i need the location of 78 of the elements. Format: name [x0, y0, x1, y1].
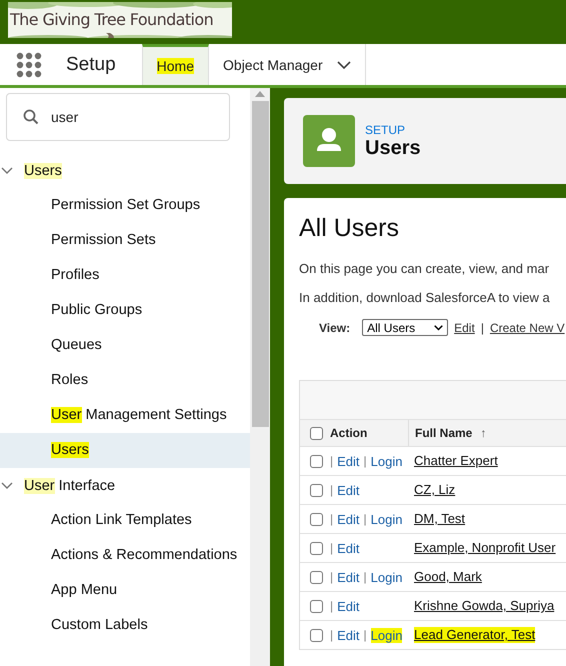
login-link[interactable]: Login: [370, 454, 402, 468]
tree-item[interactable]: App Menu: [0, 573, 250, 608]
scroll-up-icon[interactable]: [255, 91, 265, 97]
tree-item[interactable]: Action Link Templates: [0, 503, 250, 538]
checkbox[interactable]: [310, 512, 323, 526]
tree-item[interactable]: Permission Set Groups: [0, 188, 250, 223]
column-header[interactable]: Full Name: [415, 426, 472, 440]
section-title: All Users: [299, 214, 400, 243]
user-name-link[interactable]: DM, Test: [414, 511, 466, 527]
tree-item[interactable]: Custom Labels: [0, 608, 250, 643]
login-link[interactable]: Login: [370, 628, 402, 642]
checkbox[interactable]: [310, 570, 323, 584]
chevron-down-icon[interactable]: [336, 60, 351, 68]
checkbox[interactable]: [310, 600, 323, 612]
login-link[interactable]: Login: [370, 570, 402, 584]
separator: |: [330, 512, 334, 526]
separator: |: [480, 320, 484, 334]
separator: |: [330, 541, 334, 555]
edit-link[interactable]: Edit: [337, 454, 360, 468]
page-title: Users: [365, 136, 421, 160]
view-label: View:: [319, 320, 350, 334]
separator: |: [330, 628, 334, 642]
separator: |: [330, 599, 334, 613]
separator: |: [364, 570, 367, 584]
nav-tab[interactable]: Home: [142, 44, 210, 85]
tree-item[interactable]: Users: [0, 433, 250, 468]
app-title: Setup: [66, 54, 116, 76]
logo-text: The Giving Tree Foundation: [10, 10, 214, 29]
tree-item[interactable]: Roles: [0, 363, 250, 398]
checkbox[interactable]: [310, 484, 323, 496]
search-icon: [23, 109, 39, 125]
user-icon: [303, 115, 355, 167]
scrollbar[interactable]: [250, 88, 270, 666]
user-name-link[interactable]: CZ, Liz: [414, 482, 456, 498]
separator: |: [364, 512, 367, 526]
column-header[interactable]: Action: [330, 426, 368, 440]
checkbox[interactable]: [310, 426, 323, 440]
login-link[interactable]: Login: [370, 512, 402, 526]
separator: |: [330, 570, 334, 584]
checkbox[interactable]: [310, 628, 323, 642]
checkbox[interactable]: [310, 542, 323, 554]
separator: |: [364, 454, 367, 468]
chevron-icon[interactable]: [1, 482, 13, 490]
tree-group[interactable]: User Interface: [24, 476, 116, 496]
edit-link[interactable]: Edit: [337, 570, 360, 584]
scrollbar-thumb[interactable]: [252, 101, 268, 427]
user-name-link[interactable]: Chatter Expert: [414, 453, 498, 469]
user-name-link[interactable]: Example, Nonprofit User: [414, 540, 556, 556]
description-text: On this page you can create, view, and mar: [299, 261, 550, 276]
edit-link[interactable]: Edit: [337, 628, 360, 642]
separator: |: [330, 454, 334, 468]
separator: |: [330, 483, 334, 497]
tree-item[interactable]: Public Groups: [0, 293, 250, 328]
tree-item[interactable]: Queues: [0, 328, 250, 363]
tree-item[interactable]: Permission Sets: [0, 223, 250, 258]
tree-item[interactable]: Profiles: [0, 258, 250, 293]
search-field[interactable]: user: [6, 93, 230, 141]
view-link[interactable]: Edit: [454, 320, 475, 334]
checkbox[interactable]: [310, 454, 323, 468]
breadcrumb-link[interactable]: SETUP: [365, 122, 421, 136]
app-launcher-icon[interactable]: [16, 52, 42, 78]
chevron-icon[interactable]: [1, 166, 13, 174]
tree-item[interactable]: User Management Settings: [0, 398, 250, 433]
edit-link[interactable]: Edit: [337, 598, 360, 614]
user-name-link[interactable]: Good, Mark: [414, 569, 482, 585]
tree-item[interactable]: Actions & Recommendations: [0, 538, 250, 573]
edit-link[interactable]: Edit: [337, 540, 360, 556]
chevron-down-icon: [434, 324, 444, 330]
view-dropdown[interactable]: All Users: [362, 319, 448, 336]
sort-arrow-icon[interactable]: ↑: [480, 426, 486, 440]
edit-link[interactable]: Edit: [337, 482, 360, 498]
user-name-link[interactable]: Krishne Gowda, Supriya: [414, 598, 554, 614]
description-text: In addition, download SalesforceA to view a: [299, 290, 551, 305]
separator: |: [364, 628, 367, 642]
view-link[interactable]: Create New V: [490, 320, 565, 334]
nav-tab[interactable]: Object Manager: [209, 44, 366, 85]
tree-group[interactable]: Users: [24, 160, 62, 180]
edit-link[interactable]: Edit: [337, 512, 360, 526]
